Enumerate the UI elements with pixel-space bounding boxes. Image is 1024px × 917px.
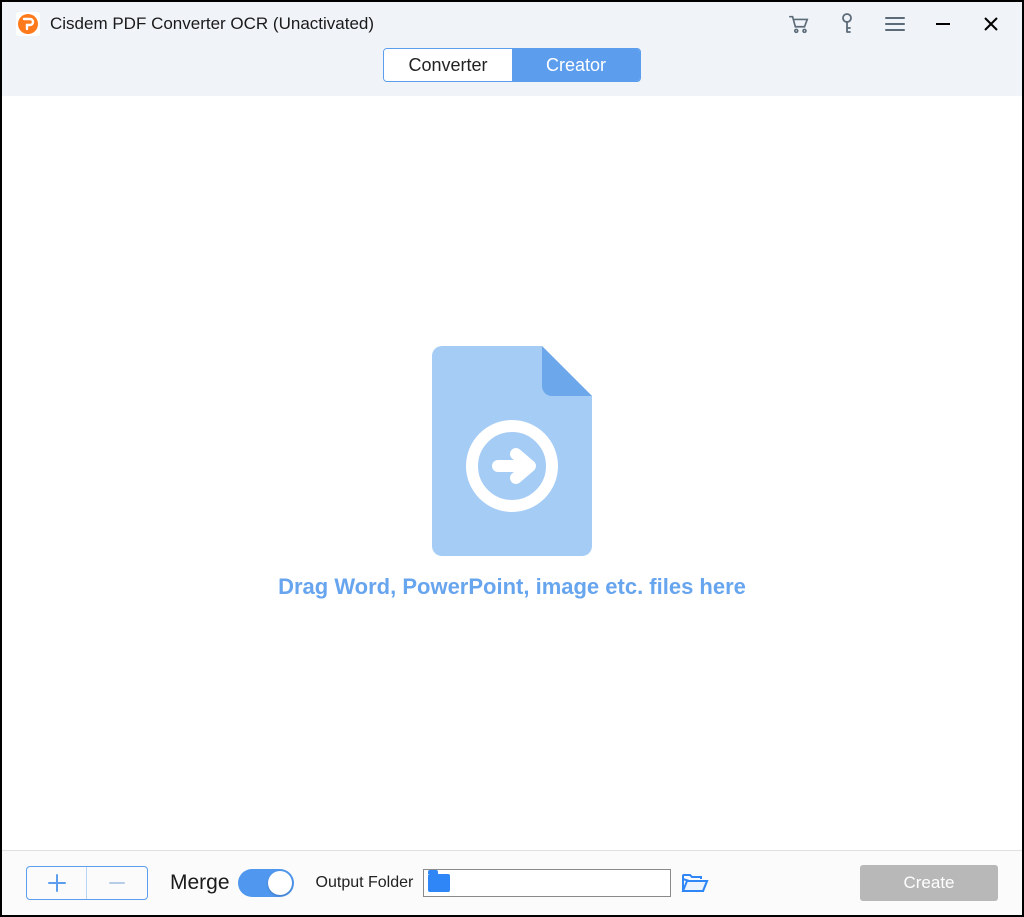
toggle-knob [268, 871, 292, 895]
document-arrow-icon [432, 346, 592, 556]
folder-icon [428, 874, 450, 892]
add-file-button[interactable] [27, 867, 87, 899]
bottom-toolbar: Merge Output Folder Create [2, 850, 1022, 915]
tab-creator[interactable]: Creator [512, 49, 640, 81]
tab-creator-label: Creator [546, 55, 606, 76]
minimize-button[interactable] [932, 13, 954, 35]
app-window: Cisdem PDF Converter OCR (Unactivated) [0, 0, 1024, 917]
title-bar: Cisdem PDF Converter OCR (Unactivated) [2, 2, 1022, 46]
mode-tab-group: Converter Creator [383, 48, 641, 82]
cart-icon[interactable] [788, 13, 810, 35]
drop-area[interactable]: Drag Word, PowerPoint, image etc. files … [2, 96, 1022, 850]
tab-converter[interactable]: Converter [384, 49, 512, 81]
merge-toggle[interactable] [238, 869, 294, 897]
output-folder-field[interactable] [423, 869, 671, 897]
output-folder-group: Output Folder [316, 869, 710, 897]
drop-hint-text: Drag Word, PowerPoint, image etc. files … [278, 574, 746, 600]
app-logo-icon [16, 12, 40, 36]
title-controls [788, 13, 1002, 35]
create-button[interactable]: Create [860, 865, 998, 901]
create-button-label: Create [903, 873, 954, 893]
key-icon[interactable] [836, 13, 858, 35]
close-button[interactable] [980, 13, 1002, 35]
output-folder-label: Output Folder [316, 874, 414, 892]
merge-control: Merge [170, 869, 294, 897]
hamburger-menu-icon[interactable] [884, 13, 906, 35]
tab-bar: Converter Creator [2, 46, 1022, 96]
tab-converter-label: Converter [408, 55, 487, 76]
add-remove-group [26, 866, 148, 900]
app-title: Cisdem PDF Converter OCR (Unactivated) [50, 14, 778, 34]
merge-label: Merge [170, 871, 230, 895]
remove-file-button[interactable] [87, 867, 147, 899]
browse-folder-button[interactable] [681, 871, 709, 895]
